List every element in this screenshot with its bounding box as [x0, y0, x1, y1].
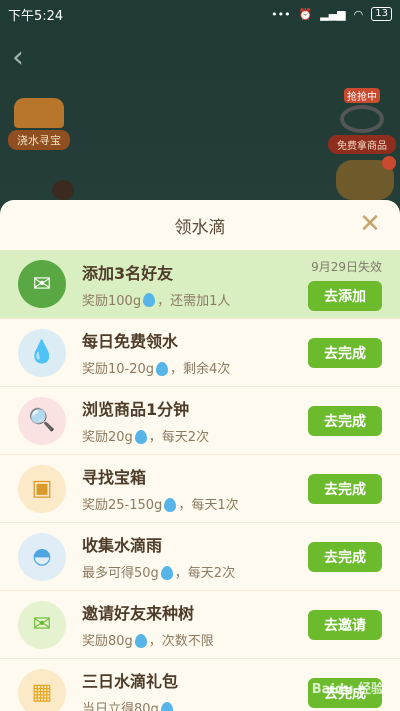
bag-entry[interactable]: [336, 156, 396, 200]
task-row: ◓ 收集水滴雨最多可得50g ，每天2次 去完成: [0, 522, 400, 590]
reward-amount: 最多可得50g: [82, 566, 159, 581]
reward-note: ，每天1次: [178, 498, 239, 513]
task-action-button[interactable]: 去完成: [308, 541, 382, 572]
task-reward: 奖励80g ，次数不限: [82, 630, 308, 649]
more-icon: •••: [271, 7, 291, 21]
task-text: 每日免费领水奖励10-20g ，剩余4次: [82, 328, 308, 377]
task-action-button[interactable]: 去邀请: [308, 609, 382, 640]
invite-envelope-icon: ✉: [18, 600, 66, 649]
task-row: ▣ 寻找宝箱奖励25-150g ，每天1次 去完成: [0, 454, 400, 522]
task-name: 寻找宝箱: [82, 468, 147, 487]
task-action-button[interactable]: 去完成: [308, 473, 382, 504]
status-time: 下午5:24: [8, 8, 64, 24]
notification-dot: [382, 156, 396, 170]
water-drop-icon: [134, 633, 147, 648]
reward-amount: 奖励80g: [82, 634, 133, 649]
task-reward: 奖励25-150g ，每天1次: [82, 494, 308, 513]
task-name: 邀请好友来种树: [82, 604, 195, 623]
task-row: ✉ 添加3名好友奖励100g ，还需加1人 9月29日失效去添加: [0, 250, 400, 318]
battery-icon: 13: [371, 7, 392, 21]
reward-note: ，每天2次: [148, 430, 210, 445]
water-drop-icon: [160, 565, 173, 580]
watermark: Baidu 经验: [311, 682, 384, 697]
task-row: 💧 每日免费领水奖励10-20g ，剩余4次 去完成: [0, 318, 400, 386]
task-reward: 最多可得50g ，每天2次: [82, 562, 308, 581]
task-actions: 去完成: [308, 473, 382, 504]
task-name: 添加3名好友: [82, 263, 174, 283]
task-name: 三日水滴礼包: [82, 672, 179, 691]
free-product-entry[interactable]: 抢抢中 免费拿商品: [328, 88, 396, 154]
task-name: 浏览商品1分钟: [82, 400, 190, 419]
task-reward: 奖励20g ，每天2次: [82, 426, 308, 445]
task-text: 寻找宝箱奖励25-150g ，每天1次: [82, 464, 308, 513]
reward-note: ，还需加1人: [157, 293, 231, 309]
task-action-button[interactable]: 去添加: [308, 280, 382, 311]
reward-amount: 奖励20g: [82, 430, 133, 445]
free-product-icon: [340, 105, 384, 133]
reward-note: ，剩余4次: [170, 362, 231, 377]
reward-amount: 奖励25-150g: [82, 498, 163, 513]
wifi-icon: ◠: [353, 7, 364, 21]
task-reward: 当日立得80g: [82, 698, 308, 711]
task-actions: 9月29日失效去添加: [308, 258, 382, 311]
task-actions: 去完成: [308, 405, 382, 436]
free-product-tag: 抢抢中: [344, 88, 380, 103]
water-drop-icon: [156, 361, 169, 376]
back-button[interactable]: ‹: [12, 40, 24, 75]
task-name: 收集水滴雨: [82, 536, 163, 555]
alarm-icon: ⏰: [298, 7, 313, 21]
water-drop-icon: [160, 701, 173, 711]
task-name: 每日免费领水: [82, 332, 179, 351]
sheet-title: 领水滴: [174, 217, 226, 238]
treasure-hunt-entry[interactable]: 浇水寻宝: [8, 98, 70, 150]
treasure-chest-icon: ▣: [18, 464, 66, 513]
task-actions: 去完成: [308, 337, 382, 368]
close-icon[interactable]: ✕: [356, 210, 384, 238]
character-icon: [52, 180, 74, 200]
water-drop-icon: [164, 497, 177, 512]
task-reward: 奖励100g ，还需加1人: [82, 290, 308, 309]
reward-note: ，每天2次: [174, 566, 236, 581]
reward-note: ，次数不限: [148, 634, 214, 649]
task-list: ✉ 添加3名好友 奖励100g ，还需加1人 9月29日失效 去添加 💧 每日免费领水 奖励10…: [0, 250, 400, 711]
free-product-label: 免费拿商品: [328, 135, 396, 154]
expire-date: 9月29日失效: [311, 259, 382, 274]
water-drop-icon: 💧: [18, 328, 66, 377]
reward-amount: 当日立得80g: [82, 702, 159, 711]
task-actions: 去完成: [308, 541, 382, 572]
signal-icon: ▂▄▆: [320, 7, 346, 21]
treasure-hunt-icon: [14, 98, 64, 128]
task-text: 添加3名好友奖励100g ，还需加1人: [82, 260, 308, 309]
task-action-button[interactable]: 去完成: [308, 405, 382, 436]
task-reward: 奖励10-20g ，剩余4次: [82, 358, 308, 377]
task-row: 🔍 浏览商品1分钟奖励20g ，每天2次 去完成: [0, 386, 400, 454]
water-drops-sheet: 领水滴 ✕ ✉ 添加3名好友奖励100g ，还需加1人 9月29日失效去添加 💧 每日免费…: [0, 200, 400, 711]
gift-box-icon: ▦: [18, 668, 66, 711]
task-actions: 去邀请: [308, 609, 382, 640]
status-icons: ••• ⏰ ▂▄▆ ◠ 13: [271, 7, 392, 21]
task-row: ✉ 邀请好友来种树奖励80g ，次数不限 去邀请: [0, 590, 400, 658]
task-text: 三日水滴礼包当日立得80g: [82, 668, 308, 711]
task-text: 邀请好友来种树奖励80g ，次数不限: [82, 600, 308, 649]
reward-amount: 奖励10-20g: [82, 362, 155, 377]
task-action-button[interactable]: 去完成: [308, 337, 382, 368]
magnifier-icon: 🔍: [18, 396, 66, 445]
task-text: 浏览商品1分钟奖励20g ，每天2次: [82, 396, 308, 445]
gift-envelope-icon: ✉: [18, 260, 66, 308]
treasure-hunt-label: 浇水寻宝: [8, 130, 70, 150]
water-drop-icon: [134, 429, 147, 444]
sheet-header: 领水滴 ✕: [0, 200, 400, 250]
water-drop-icon: [143, 293, 156, 307]
status-bar: 下午5:24 ••• ⏰ ▂▄▆ ◠ 13: [0, 0, 400, 28]
water-pot-icon: ◓: [18, 532, 66, 581]
task-text: 收集水滴雨最多可得50g ，每天2次: [82, 532, 308, 581]
reward-amount: 奖励100g: [82, 293, 142, 309]
